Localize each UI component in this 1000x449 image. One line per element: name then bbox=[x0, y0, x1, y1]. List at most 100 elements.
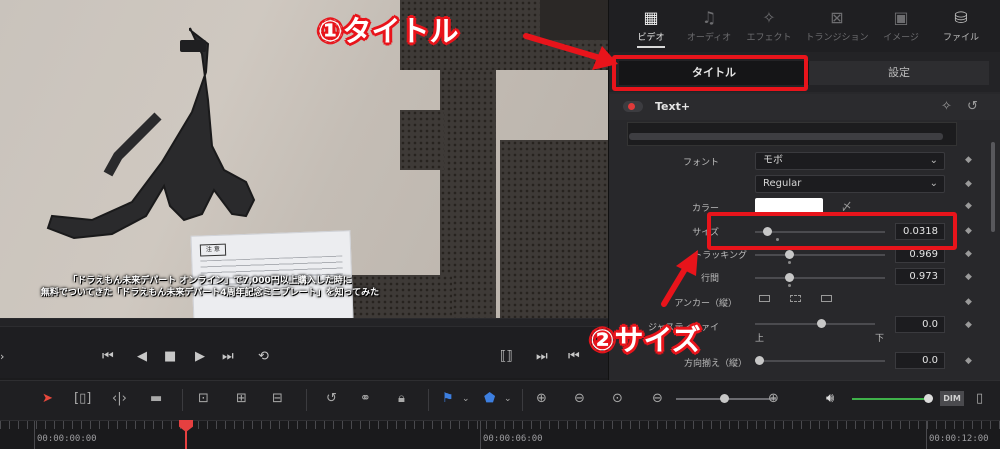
stop-button[interactable]: ■ bbox=[164, 349, 176, 365]
dim-button[interactable]: DIM bbox=[940, 391, 964, 406]
viewer-scrub-bar[interactable] bbox=[0, 319, 608, 327]
tab-audio-label: オーディオ bbox=[686, 33, 732, 43]
selection-arrow-icon[interactable]: ➤ bbox=[42, 391, 53, 407]
transition-icon: ⊠ bbox=[830, 8, 844, 27]
keyframe-icon[interactable]: ◆ bbox=[965, 320, 972, 330]
toolbar-separator bbox=[522, 389, 523, 411]
flag-icon[interactable]: ⚑ bbox=[442, 391, 454, 407]
justify-top-label: 上 bbox=[755, 334, 765, 344]
anchor-bottom-icon[interactable] bbox=[821, 295, 832, 302]
prev-edit-button[interactable]: ⏮ bbox=[568, 349, 580, 365]
tab-file[interactable]: ⛁ ファイル bbox=[931, 8, 991, 43]
dynamic-trim-icon[interactable]: ‹|› bbox=[112, 391, 127, 407]
keyframe-icon[interactable]: ◆ bbox=[965, 249, 972, 259]
keyframe-icon[interactable]: ◆ bbox=[965, 272, 972, 282]
tab-transition[interactable]: ⊠ トランジション bbox=[805, 8, 869, 43]
anchor-middle-icon[interactable] bbox=[790, 295, 801, 302]
caption-line-1: 「ドラえもん未来デパート オンライン」で7,000円以上購入した時に bbox=[68, 276, 352, 286]
ruler-mark bbox=[480, 421, 481, 449]
zoom-full-icon[interactable]: ⊕ bbox=[536, 391, 547, 407]
play-button[interactable]: ▶ bbox=[195, 349, 205, 365]
card-warning-label: 注 意 bbox=[199, 243, 227, 257]
overwrite-clip-icon[interactable]: ⊞ bbox=[236, 391, 247, 407]
zoom-custom-icon[interactable]: ⊙ bbox=[612, 391, 623, 407]
keyframe-icon[interactable]: ◆ bbox=[965, 155, 972, 165]
keyframe-icon[interactable]: ◆ bbox=[965, 297, 972, 307]
tab-effects[interactable]: ✧ エフェクト bbox=[739, 8, 799, 43]
reset-icon[interactable]: ↺ bbox=[967, 99, 978, 114]
tracking-slider-default-dot bbox=[788, 261, 791, 264]
blade-icon[interactable]: ▬ bbox=[150, 391, 162, 407]
direction-value-input[interactable]: 0.0 bbox=[895, 352, 945, 369]
line-spacing-slider-knob[interactable] bbox=[785, 273, 794, 282]
trim-edit-icon[interactable]: [▯] bbox=[74, 391, 91, 407]
replace-clip-icon[interactable]: ⊟ bbox=[272, 391, 283, 407]
zoom-slider-knob[interactable] bbox=[720, 394, 729, 403]
chevron-down-icon[interactable]: ⌄ bbox=[504, 391, 512, 407]
font-dropdown[interactable]: モボ ⌄ bbox=[755, 152, 945, 170]
previous-icon[interactable]: › bbox=[0, 349, 4, 365]
link-icon[interactable]: ⚭ bbox=[360, 391, 371, 407]
timeline-toolbar: ➤ [▯] ‹|› ▬ ⊡ ⊞ ⊟ ↺ ⚭ 🔒︎ ⚑ ⌄ ⬟ ⌄ ⊕ ⊖ ⊙ ⊖… bbox=[0, 380, 1000, 420]
line-spacing-value-input[interactable]: 0.973 bbox=[895, 268, 945, 285]
tracking-slider[interactable] bbox=[755, 254, 885, 256]
video-viewer[interactable]: 注 意 「ドラえもん未来デパート オンライン」で7,000円以上購入した時に 無… bbox=[0, 0, 608, 318]
toolbar-separator bbox=[428, 389, 429, 411]
tab-effects-label: エフェクト bbox=[746, 33, 792, 43]
tab-audio[interactable]: ♫ オーディオ bbox=[679, 8, 739, 43]
puzzle-mat-tile bbox=[500, 140, 608, 318]
skip-to-start-button[interactable]: ⏮ bbox=[102, 349, 114, 365]
justify-slider[interactable] bbox=[755, 323, 875, 325]
mixer-icon[interactable]: ▯ bbox=[976, 391, 983, 407]
speaker-icon[interactable]: 🔊︎ bbox=[826, 391, 834, 407]
lock-icon[interactable]: 🔒︎ bbox=[398, 391, 405, 407]
font-label: フォント bbox=[682, 158, 719, 168]
justify-value-input[interactable]: 0.0 bbox=[895, 316, 945, 333]
keyframe-icon[interactable]: ◆ bbox=[965, 356, 972, 366]
keyframe-icon[interactable]: ◆ bbox=[965, 179, 972, 189]
magic-wand-icon: ✧ bbox=[762, 8, 776, 27]
text-content-scrollbar[interactable] bbox=[629, 133, 943, 140]
subtab-settings[interactable]: 設定 bbox=[809, 61, 989, 85]
color-label: カラー bbox=[691, 204, 719, 214]
match-frame-button[interactable]: ⟦⟧ bbox=[500, 349, 513, 365]
textplus-enable-toggle[interactable] bbox=[623, 101, 643, 112]
zoom-in-icon[interactable]: ⊕ bbox=[768, 391, 779, 407]
chevron-down-icon[interactable]: ⌄ bbox=[462, 391, 470, 407]
title-caption[interactable]: 「ドラえもん未来デパート オンライン」で7,000円以上購入した時に 無料でつい… bbox=[0, 275, 420, 299]
tab-file-label: ファイル bbox=[942, 33, 979, 43]
tab-image[interactable]: ▣ イメージ bbox=[871, 8, 931, 43]
timeline-ruler[interactable]: 00:00:00:00 00:00:06:00 00:00:12:00 bbox=[0, 420, 1000, 449]
inspector-scrollbar[interactable] bbox=[991, 142, 995, 232]
loop-button[interactable]: ⟲ bbox=[258, 349, 269, 365]
keyframe-icon[interactable]: ◆ bbox=[965, 201, 972, 211]
snapping-magnet-icon[interactable]: ↺ bbox=[326, 391, 337, 407]
skip-to-end-button[interactable]: ⏭ bbox=[222, 349, 234, 365]
justify-slider-knob[interactable] bbox=[817, 319, 826, 328]
tracking-slider-knob[interactable] bbox=[785, 250, 794, 259]
volume-slider[interactable] bbox=[852, 398, 928, 400]
caption-line-2: 無料でついてきた「ドラえもん未来デパート4周年記念ミニプレート」を知ってみた bbox=[40, 288, 380, 298]
zoom-detail-icon[interactable]: ⊖ bbox=[574, 391, 585, 407]
direction-slider-knob[interactable] bbox=[755, 356, 764, 365]
line-spacing-slider[interactable] bbox=[755, 277, 885, 279]
timecode-label: 00:00:00:00 bbox=[37, 434, 97, 444]
keyframe-icon[interactable]: ◆ bbox=[965, 226, 972, 236]
font-style-value: Regular bbox=[763, 178, 802, 189]
magic-wand-icon[interactable]: ✧ bbox=[941, 99, 952, 114]
timecode-label: 00:00:12:00 bbox=[929, 434, 989, 444]
font-style-dropdown[interactable]: Regular ⌄ bbox=[755, 175, 945, 193]
direction-slider[interactable] bbox=[755, 360, 885, 362]
anchor-top-icon[interactable] bbox=[759, 295, 770, 302]
textplus-section-header: Text+ ✧ ↺ bbox=[609, 94, 1000, 120]
reverse-play-button[interactable]: ◀ bbox=[137, 349, 147, 365]
next-edit-button[interactable]: ⏭ bbox=[536, 349, 548, 365]
tab-video[interactable]: ▦ ビデオ bbox=[621, 8, 681, 48]
size-label: サイズ bbox=[692, 228, 719, 238]
insert-clip-icon[interactable]: ⊡ bbox=[198, 391, 209, 407]
volume-slider-knob[interactable] bbox=[924, 394, 933, 403]
chevron-down-icon: ⌄ bbox=[929, 155, 938, 166]
music-note-icon: ♫ bbox=[701, 8, 717, 27]
marker-icon[interactable]: ⬟ bbox=[484, 391, 495, 407]
zoom-out-icon[interactable]: ⊖ bbox=[652, 391, 663, 407]
